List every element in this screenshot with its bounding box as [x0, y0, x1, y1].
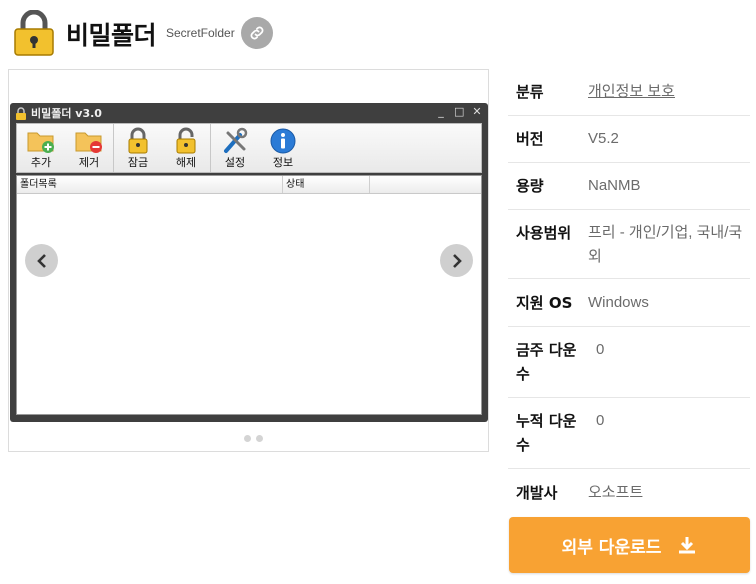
link-icon	[250, 26, 264, 40]
folder-list: 폴더목록 상태	[16, 175, 482, 415]
column-status[interactable]: 상태	[283, 176, 370, 193]
unlock-icon	[176, 127, 196, 154]
info-row-category: 분류 개인정보 보호	[508, 68, 750, 116]
window-lock-icon	[16, 106, 26, 120]
maximize-button[interactable]: □	[454, 105, 464, 118]
gallery-dot[interactable]	[244, 435, 251, 442]
download-label: 외부 다운로드	[561, 537, 662, 558]
toolbar-unlock-label: 해제	[175, 156, 197, 169]
add-folder-icon	[27, 132, 54, 153]
close-button[interactable]: ✕	[472, 105, 482, 118]
info-value: 오소프트	[588, 484, 644, 501]
screenshot-gallery: 비밀폴더 v3.0 _ □ ✕ 추가 제거 잠금 해제 설정 정보 폴더목록 상…	[8, 69, 489, 452]
info-value: 0	[596, 412, 605, 429]
toolbar-info-button[interactable]: 정보	[259, 124, 307, 172]
list-header: 폴더목록 상태	[17, 176, 481, 194]
minimize-button[interactable]: _	[436, 105, 446, 118]
info-value: Windows	[588, 294, 649, 311]
info-row-os: 지원 OS Windows	[508, 279, 750, 327]
gallery-next-button[interactable]	[440, 244, 473, 277]
chevron-right-icon	[452, 253, 462, 268]
page-subtitle: SecretFolder	[166, 26, 235, 40]
share-link-button[interactable]	[241, 17, 273, 49]
window-title: 비밀폴더 v3.0	[31, 107, 102, 120]
info-row-license: 사용범위 프리 - 개인/기업, 국내/국외	[508, 210, 750, 279]
gallery-prev-button[interactable]	[25, 244, 58, 277]
toolbar-remove-label: 제거	[78, 156, 100, 169]
external-download-button[interactable]: 외부 다운로드	[509, 517, 750, 573]
gallery-dots	[244, 435, 263, 442]
info-table: 분류 개인정보 보호 버전 V5.2 용량 NaNMB 사용범위 프리 - 개인…	[508, 68, 750, 517]
toolbar-add-label: 추가	[30, 156, 52, 169]
info-key: 분류	[516, 83, 544, 101]
info-value: 프리 - 개인/기업, 국내/국외	[588, 224, 743, 265]
padlock-icon	[14, 10, 54, 56]
column-empty	[370, 176, 481, 193]
info-key: 누적 다운수	[516, 412, 577, 454]
info-row-developer: 개발사 오소프트	[508, 469, 750, 517]
info-key: 지원 OS	[516, 294, 573, 312]
toolbar-unlock-button[interactable]: 해제	[162, 124, 210, 172]
lock-icon	[128, 127, 148, 154]
column-folder-list[interactable]: 폴더목록	[17, 176, 283, 193]
info-row-size: 용량 NaNMB	[508, 163, 750, 210]
info-value: V5.2	[588, 130, 619, 147]
window-titlebar: 비밀폴더 v3.0 _ □ ✕	[10, 103, 488, 123]
info-key: 용량	[516, 177, 544, 195]
page-title: 비밀폴더	[66, 21, 157, 50]
toolbar-add-button[interactable]: 추가	[17, 124, 65, 172]
toolbar-remove-button[interactable]: 제거	[65, 124, 113, 172]
tools-icon	[224, 127, 248, 153]
info-key: 사용범위	[516, 224, 572, 242]
toolbar-settings-label: 설정	[224, 156, 246, 169]
info-value: NaNMB	[588, 177, 641, 194]
gallery-dot[interactable]	[256, 435, 263, 442]
toolbar-lock-button[interactable]: 잠금	[114, 124, 162, 172]
info-key: 버전	[516, 130, 544, 148]
toolbar-info-label: 정보	[272, 156, 294, 169]
info-key: 금주 다운수	[516, 341, 577, 383]
category-link[interactable]: 개인정보 보호	[588, 80, 750, 115]
remove-folder-icon	[75, 132, 102, 153]
info-key: 개발사	[516, 484, 558, 502]
info-row-total-downloads: 누적 다운수 0	[508, 398, 750, 469]
info-value: 0	[596, 341, 605, 358]
toolbar-settings-button[interactable]: 설정	[211, 124, 259, 172]
chevron-left-icon	[36, 253, 46, 268]
window-toolbar: 추가 제거 잠금 해제 설정 정보	[16, 123, 482, 173]
info-row-weekly-downloads: 금주 다운수 0	[508, 327, 750, 398]
toolbar-lock-label: 잠금	[127, 156, 149, 169]
download-icon	[679, 537, 696, 554]
info-row-version: 버전 V5.2	[508, 116, 750, 163]
info-icon	[270, 128, 296, 154]
app-window-screenshot: 비밀폴더 v3.0 _ □ ✕ 추가 제거 잠금 해제 설정 정보 폴더목록 상…	[10, 103, 488, 422]
